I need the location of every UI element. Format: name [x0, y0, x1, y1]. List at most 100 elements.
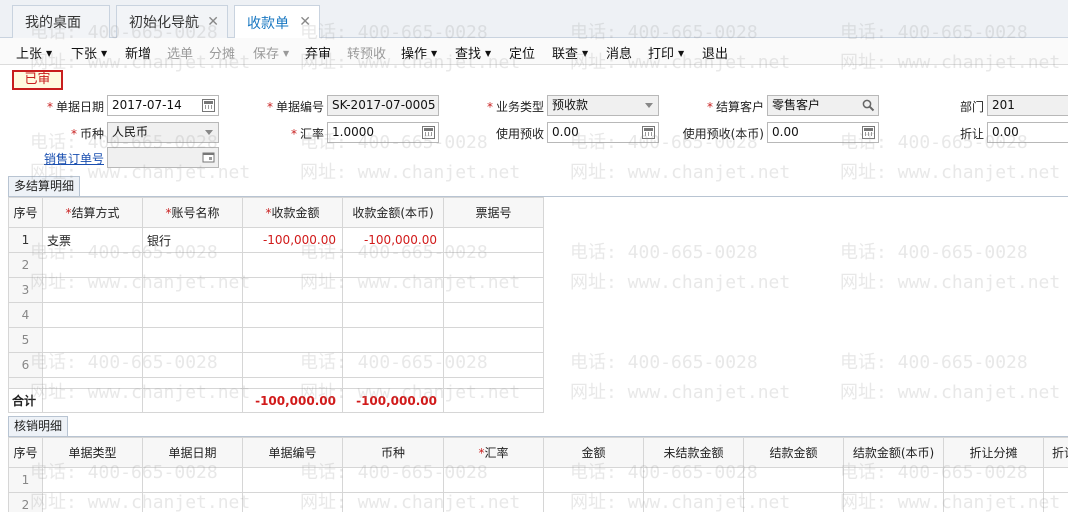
watermark-site: 网址: www.chanjet.net — [300, 162, 521, 183]
cell-account[interactable] — [142, 302, 243, 328]
tab-label: 收款单 — [247, 15, 289, 32]
col-header-doc-date: 单据日期 — [142, 437, 243, 468]
operate-button[interactable]: 操作 ▼ — [401, 43, 437, 62]
to-prepay-button[interactable]: 转预收 — [347, 43, 386, 62]
reference-icon[interactable] — [202, 151, 215, 164]
cell-amount[interactable]: -100,000.00 — [242, 227, 343, 253]
message-button[interactable]: 消息 — [606, 43, 632, 62]
col-header-amount-local: 收款金额(本币) — [342, 197, 444, 228]
table-row[interactable]: 3 — [8, 277, 544, 303]
customer-field[interactable]: 零售客户 — [767, 95, 879, 116]
cell-bill-no[interactable] — [443, 302, 544, 328]
unapprove-button[interactable]: 弃审 — [305, 43, 331, 62]
calendar-icon[interactable] — [202, 99, 215, 112]
sales-order-link[interactable]: 销售订单号 — [30, 150, 104, 167]
save-button[interactable]: 保存 ▼ — [253, 43, 289, 62]
cell-method[interactable]: 支票 — [42, 227, 143, 253]
calculator-icon[interactable] — [422, 126, 435, 139]
discount-label: 折让 — [959, 127, 984, 141]
biz-type-select[interactable]: 预收款 — [547, 95, 659, 116]
cell-bill-no[interactable] — [443, 277, 544, 303]
table-row[interactable]: 1 支票 银行 -100,000.00 -100,000.00 — [8, 227, 544, 253]
doc-no-field[interactable]: SK-2017-07-0005 — [327, 95, 439, 116]
search-icon[interactable] — [862, 99, 875, 112]
exit-button[interactable]: 退出 — [702, 43, 728, 62]
table-header-row: 序号 *结算方式 *账号名称 *收款金额 收款金额(本币) 票据号 — [8, 197, 544, 228]
cell-amount-local[interactable] — [342, 302, 444, 328]
select-order-button[interactable]: 选单 — [167, 43, 193, 62]
cell-bill-no[interactable] — [443, 252, 544, 278]
close-icon[interactable]: ✕ — [299, 14, 311, 30]
col-header-doc-type: 单据类型 — [42, 437, 143, 468]
cell-account[interactable] — [142, 277, 243, 303]
watermark-site: 网址: www.chanjet.net — [840, 382, 1061, 403]
cell-method[interactable] — [42, 252, 143, 278]
calculator-icon[interactable] — [642, 126, 655, 139]
discount-field[interactable]: 0.00 — [987, 122, 1068, 143]
cell-amount[interactable] — [242, 327, 343, 353]
watermark-phone: 电话: 400-665-0028 — [840, 242, 1028, 263]
cell-bill-no[interactable] — [443, 352, 544, 378]
chevron-down-icon[interactable] — [645, 103, 653, 108]
next-button[interactable]: 下张 ▼ — [71, 43, 107, 62]
currency-select[interactable]: 人民币 — [107, 122, 219, 143]
link-query-button[interactable]: 联查 ▼ — [552, 43, 588, 62]
cell-account[interactable] — [142, 352, 243, 378]
doc-date-field[interactable]: 2017-07-14 — [107, 95, 219, 116]
cell-method[interactable] — [42, 352, 143, 378]
use-prepay-field[interactable]: 0.00 — [547, 122, 659, 143]
cell-amount[interactable] — [242, 252, 343, 278]
cell-account[interactable]: 银行 — [142, 227, 243, 253]
table-row[interactable]: 2 — [8, 492, 1068, 512]
cell-method[interactable] — [42, 302, 143, 328]
calculator-icon[interactable] — [862, 126, 875, 139]
use-prepay-label: 使用预收 — [495, 127, 544, 141]
chevron-down-icon[interactable] — [205, 130, 213, 135]
dept-label: 部门 — [959, 100, 984, 114]
sales-order-field[interactable] — [107, 147, 219, 168]
chevron-down-icon: ▼ — [101, 49, 108, 58]
find-button[interactable]: 查找 ▼ — [455, 43, 491, 62]
cell-amount-local[interactable] — [342, 327, 444, 353]
cell-bill-no[interactable] — [443, 227, 544, 253]
col-header-amount: 金额 — [543, 437, 644, 468]
tab-receipt[interactable]: 收款单 ✕ — [234, 5, 320, 39]
cell-account[interactable] — [142, 252, 243, 278]
toolbar-label: 下张 — [71, 47, 98, 62]
use-prepay-local-field[interactable]: 0.00 — [767, 122, 879, 143]
table-row[interactable]: 4 — [8, 302, 544, 328]
cell-amount-local[interactable] — [342, 352, 444, 378]
tab-label: 我的桌面 — [25, 15, 81, 31]
cell-amount-local[interactable] — [342, 252, 444, 278]
table-header-row: 序号 单据类型 单据日期 单据编号 币种 *汇率 金额 未结款金额 结款金额 结… — [8, 437, 1068, 468]
tab-desktop[interactable]: 我的桌面 — [12, 5, 110, 38]
cell-account[interactable] — [142, 327, 243, 353]
col-header-bill-no: 票据号 — [443, 197, 544, 228]
verify-section-tab[interactable]: 核销明细 — [8, 416, 69, 436]
rate-field[interactable]: 1.0000 — [327, 122, 439, 143]
prev-button[interactable]: 上张 ▼ — [16, 43, 52, 62]
toolbar-label: 操作 — [401, 47, 428, 62]
cell-bill-no[interactable] — [443, 327, 544, 353]
new-button[interactable]: 新增 — [125, 43, 151, 62]
cell-method[interactable] — [42, 327, 143, 353]
cell-amount-local[interactable]: -100,000.00 — [342, 227, 444, 253]
field-value: 0.00 — [772, 125, 799, 139]
table-row[interactable]: 6 — [8, 352, 544, 378]
table-row[interactable]: 1 — [8, 467, 1068, 493]
table-row[interactable]: 2 — [8, 252, 544, 278]
table-row[interactable]: 5 — [8, 327, 544, 353]
print-button[interactable]: 打印 ▼ — [648, 43, 684, 62]
cell-amount[interactable] — [242, 302, 343, 328]
cell-amount[interactable] — [242, 277, 343, 303]
allocate-button[interactable]: 分摊 — [209, 43, 235, 62]
cell-method[interactable] — [42, 277, 143, 303]
cell-amount[interactable] — [242, 352, 343, 378]
dept-field[interactable]: 201 — [987, 95, 1068, 116]
toolbar: 上张 ▼ 下张 ▼ 新增 选单 分摊 保存 ▼ 弃审 转预收 操作 ▼ 查找 ▼ 定位 联… — [0, 38, 1068, 65]
cell-amount-local[interactable] — [342, 277, 444, 303]
tab-init-guide[interactable]: 初始化导航 ✕ — [116, 5, 228, 38]
close-icon[interactable]: ✕ — [207, 14, 219, 30]
locate-button[interactable]: 定位 — [509, 43, 535, 62]
settle-section-tab[interactable]: 多结算明细 — [8, 176, 81, 196]
